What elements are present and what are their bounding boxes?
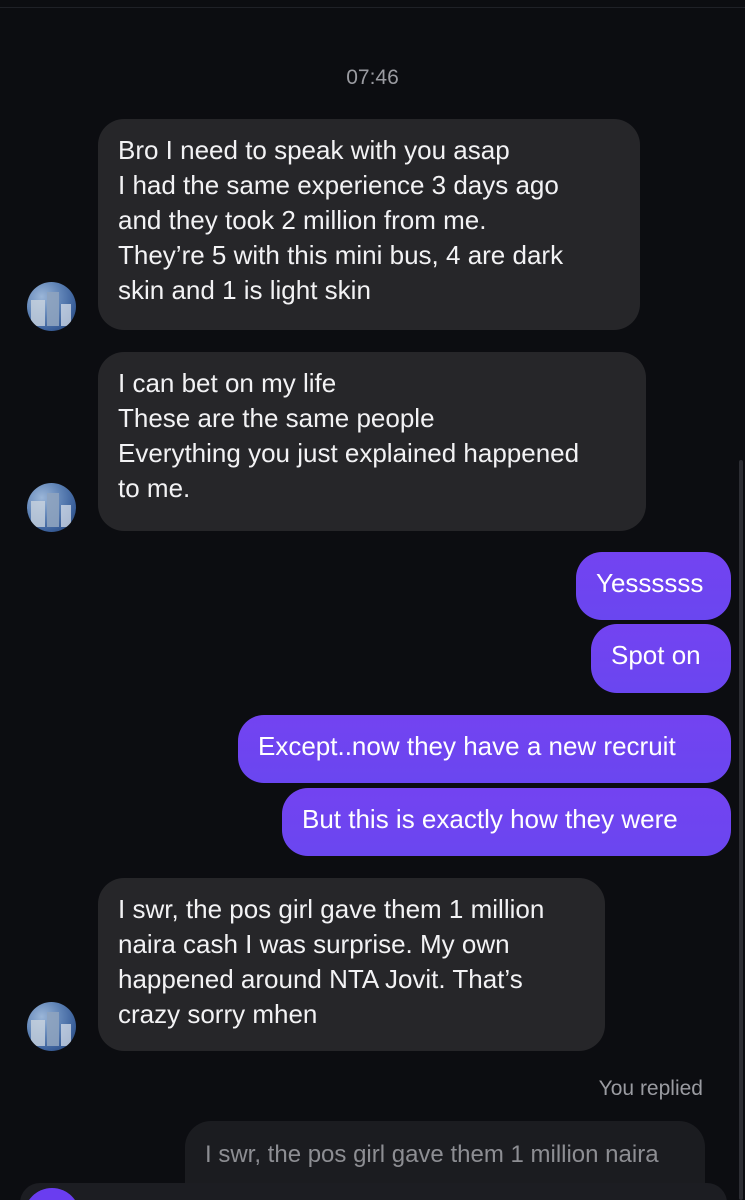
message-bubble-incoming[interactable]: I can bet on my life These are the same … (98, 352, 646, 531)
chat-screen: 07:46 Bro I need to speak with you asap … (0, 0, 745, 1200)
message-text: Except..now they have a new recruit (258, 731, 676, 761)
message-text: Everything you just explained happened (118, 438, 580, 468)
contact-avatar[interactable] (27, 1002, 76, 1051)
message-text: Bro I need to speak with you asap (118, 135, 510, 165)
contact-avatar[interactable] (27, 282, 76, 331)
message-timestamp: 07:46 (346, 66, 399, 89)
message-text: crazy sorry mhen (118, 999, 318, 1029)
header-divider (0, 7, 745, 8)
message-text: Spot on (611, 640, 701, 670)
message-composer[interactable] (20, 1183, 727, 1200)
message-text: Yessssss (596, 568, 704, 598)
message-text: to me. (118, 473, 191, 503)
message-bubble-incoming[interactable]: Bro I need to speak with you asap I had … (98, 119, 640, 330)
message-text: They’re 5 with this mini bus, 4 are dark (118, 240, 564, 270)
message-bubble-outgoing[interactable]: But this is exactly how they were (282, 788, 731, 856)
message-text: skin and 1 is light skin (118, 275, 371, 305)
message-text: I swr, the pos girl gave them 1 million (118, 894, 545, 924)
message-text: happened around NTA Jovit. That’s (118, 964, 523, 994)
message-bubble-outgoing[interactable]: Yessssss (576, 552, 731, 620)
message-text: I can bet on my life (118, 368, 337, 398)
message-text: But this is exactly how they were (302, 804, 678, 834)
message-text: naira cash I was surprise. My own (118, 929, 510, 959)
replied-label: You replied (598, 1077, 703, 1100)
message-bubble-outgoing[interactable]: Spot on (591, 624, 731, 693)
scrollbar[interactable] (739, 460, 743, 1200)
message-text: and they took 2 million from me. (118, 205, 487, 235)
message-text: I had the same experience 3 days ago (118, 170, 559, 200)
message-text: These are the same people (118, 403, 435, 433)
message-bubble-incoming[interactable]: I swr, the pos girl gave them 1 million … (98, 878, 605, 1051)
message-bubble-outgoing[interactable]: Except..now they have a new recruit (238, 715, 731, 783)
contact-avatar[interactable] (27, 483, 76, 532)
